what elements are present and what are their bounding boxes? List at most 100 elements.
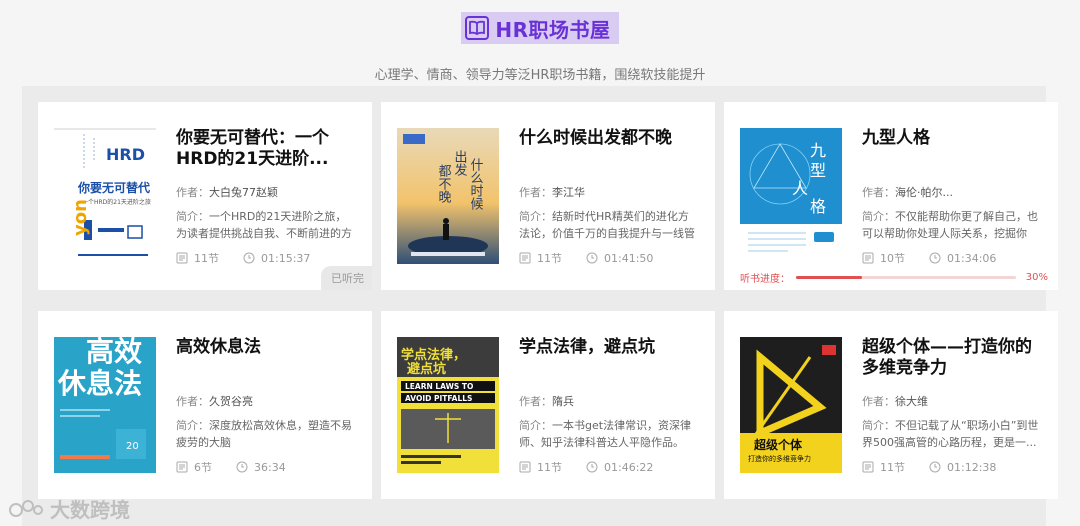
book-title[interactable]: 学点法律，避点坑 [519,337,699,379]
book-intro: 简介：深度放松高效休息，塑造不易疲劳的大脑 [176,417,356,451]
author-label: 作者： [862,395,895,408]
book-stats: 11节 01:46:22 [519,459,699,475]
chapter-count: 11节 [880,461,905,474]
svg-text:出发: 出发 [452,150,468,176]
book-card[interactable]: HRD 你要无可替代 一个HRD的21天进阶之旅 yon 你要无可替代：一个HR… [38,102,372,290]
svg-text:型: 型 [810,161,826,180]
duration: 01:12:38 [947,460,997,474]
intro-label: 简介： [862,210,895,223]
book-card[interactable]: 高效 休息法 20 高效休息法 作者：久贺谷亮 简介：深度放松高效休息，塑造不易… [38,311,372,499]
book-title[interactable]: 超级个体——打造你的多维竞争力 [862,337,1042,379]
intro-label: 简介： [519,419,552,432]
book-intro: 简介：一本书get法律常识，资深律师、知乎法律科普达人平隐作品。 [519,417,699,451]
svg-text:人: 人 [792,179,808,198]
book-card[interactable]: 九 型 人 格 九型人格 作者：海伦·帕尔... 简介：不仅能帮助你更了解自己，… [724,102,1058,290]
book-author: 作者：隋兵 [519,393,699,409]
svg-text:你要无可替代: 你要无可替代 [77,180,150,195]
book-cover: 学点法律， 避点坑 LEARN LAWS TO AVOID PITFALLS [397,337,499,473]
progress-track [796,275,1016,279]
author-label: 作者： [519,186,552,199]
book-title[interactable]: 你要无可替代：一个HRD的21天进阶... [176,128,356,170]
chapter-count: 11节 [194,252,219,265]
book-title[interactable]: 九型人格 [862,128,1042,170]
book-cover: HRD 你要无可替代 一个HRD的21天进阶之旅 yon [54,128,156,264]
book-card[interactable]: 超级个体 打造你的多维竞争力 超级个体——打造你的多维竞争力 作者：徐大维 简介… [724,311,1058,499]
chapters-icon [519,461,531,473]
book-card[interactable]: 什么时候 出发 都不晚 什么时候出发都不晚 作者：李江华 简介：结新时代HR精英… [381,102,715,290]
book-author: 作者：徐大维 [862,393,1042,409]
book-cover: 什么时候 出发 都不晚 [397,128,499,264]
author-value: 徐大维 [895,395,928,408]
author-label: 作者： [176,395,209,408]
clock-icon [236,461,248,473]
author-label: 作者： [176,186,209,199]
svg-text:学点法律，: 学点法律， [401,347,466,363]
book-author: 作者：李江华 [519,184,699,200]
progress-percent: 30% [1025,271,1048,283]
chapter-count: 6节 [194,461,212,474]
page-header: HR职场书屋 心理学、情商、领导力等泛HR职场书籍，围绕软技能提升 [0,12,1080,83]
book-cover: 超级个体 打造你的多维竞争力 [740,337,842,473]
watermark-logo-icon [9,499,43,517]
clock-icon [243,252,255,264]
author-value: 李江华 [552,186,585,199]
book-info: 你要无可替代：一个HRD的21天进阶... 作者：大白兔77赵颖 简介：一个HR… [176,128,356,266]
book-intro: 简介：结新时代HR精英们的进化方法论，价值千万的自我提升与一线管理... [519,208,699,242]
author-label: 作者： [519,395,552,408]
chapter-count: 10节 [880,252,905,265]
book-stats: 6节 36:34 [176,459,356,475]
book-info: 九型人格 作者：海伦·帕尔... 简介：不仅能帮助你更了解自己，也可以帮助你处理… [862,128,1042,266]
book-author: 作者：海伦·帕尔... [862,184,1042,200]
book-stats: 11节 01:41:50 [519,250,699,266]
intro-label: 简介： [176,210,209,223]
page-title: HR职场书屋 [461,12,619,44]
svg-text:都不晚: 都不晚 [436,164,452,204]
book-intro: 简介：不但记载了从“职场小白”到世界500强高管的心路历程，更是一... [862,417,1042,451]
chapter-count: 11节 [537,461,562,474]
chapters-icon [862,252,874,264]
book-info: 什么时候出发都不晚 作者：李江华 简介：结新时代HR精英们的进化方法论，价值千万… [519,128,699,266]
chapters-icon [862,461,874,473]
svg-text:九: 九 [810,141,826,160]
book-cover: 九 型 人 格 [740,128,842,264]
book-stats: 11节 01:12:38 [862,459,1042,475]
svg-text:一个HRD的21天进阶之旅: 一个HRD的21天进阶之旅 [82,198,151,206]
book-stats: 11节 01:15:37 [176,250,356,266]
svg-text:20: 20 [126,441,139,452]
svg-text:避点坑: 避点坑 [407,361,446,377]
chapters-icon [519,252,531,264]
watermark: 大数跨境 [8,494,130,523]
clock-icon [586,252,598,264]
svg-text:格: 格 [810,197,826,216]
svg-text:什么时候: 什么时候 [468,158,484,210]
clock-icon [586,461,598,473]
book-card[interactable]: 学点法律， 避点坑 LEARN LAWS TO AVOID PITFALLS 学… [381,311,715,499]
svg-text:HRD: HRD [106,145,145,164]
book-title[interactable]: 什么时候出发都不晚 [519,128,699,170]
intro-label: 简介： [519,210,552,223]
svg-text:yon: yon [70,199,91,236]
duration: 01:15:37 [261,251,311,265]
book-cover: 高效 休息法 20 [54,337,156,473]
duration: 36:34 [254,460,286,474]
book-author: 作者：久贺谷亮 [176,393,356,409]
page-subtitle: 心理学、情商、领导力等泛HR职场书籍，围绕软技能提升 [374,68,706,83]
intro-label: 简介： [176,419,209,432]
book-info: 学点法律，避点坑 作者：隋兵 简介：一本书get法律常识，资深律师、知乎法律科普… [519,337,699,475]
duration: 01:41:50 [604,251,654,265]
clock-icon [929,461,941,473]
clock-icon [929,252,941,264]
book-intro: 简介：一个HRD的21天进阶之旅，为读者提供挑战自我、不断前进的方法 [176,208,356,242]
intro-label: 简介： [862,419,895,432]
progress-label: 听书进度： [740,273,790,285]
duration: 01:34:06 [947,251,997,265]
progress-fill [796,275,862,279]
svg-text:超级个体: 超级个体 [753,437,803,452]
duration: 01:46:22 [604,460,654,474]
book-title[interactable]: 高效休息法 [176,337,356,379]
book-author: 作者：大白兔77赵颖 [176,184,356,200]
page-title-text: HR职场书屋 [495,17,611,42]
svg-text:高效: 高效 [86,337,142,368]
listening-progress: 听书进度： 30% [740,270,1048,285]
svg-text:休息法: 休息法 [57,367,142,400]
